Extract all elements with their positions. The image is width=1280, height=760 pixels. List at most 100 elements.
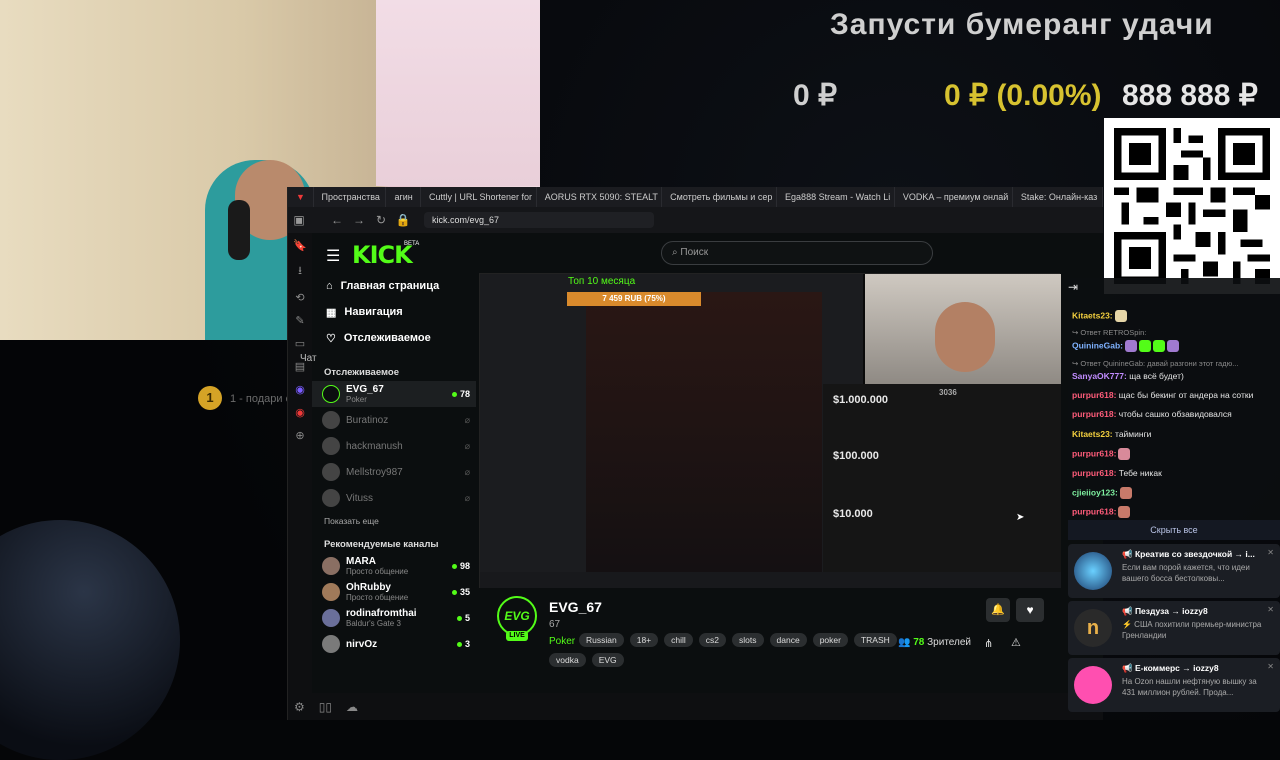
chat-user: QuinineGab:: [1072, 340, 1123, 351]
bookmark-icon[interactable]: 🔖: [293, 239, 307, 252]
promo-goal: 888 888 ₽: [1122, 79, 1258, 112]
tag[interactable]: cs2: [698, 633, 727, 647]
window-icon[interactable]: ▭: [295, 337, 305, 350]
tag[interactable]: TRASH: [853, 633, 897, 647]
emote-icon: [1167, 340, 1179, 352]
back-icon[interactable]: ←: [326, 213, 348, 227]
vivaldi-icon[interactable]: ◉: [295, 406, 305, 419]
share-icon[interactable]: ⋔: [984, 637, 993, 650]
chat-user: purpur618:: [1072, 390, 1117, 400]
kick-logo[interactable]: KICK: [352, 241, 413, 269]
tab-4[interactable]: Смотреть фильмы и сер: [662, 187, 778, 207]
search-input[interactable]: ⌕ Поиск: [661, 241, 933, 265]
chat-message: purpur618: чтобы сашко обзавидовался: [1072, 409, 1232, 419]
channel-name: EVG_67: [346, 384, 384, 395]
emote-icon: [1125, 340, 1137, 352]
tab-0[interactable]: Пространства: [314, 187, 387, 207]
close-icon[interactable]: ✕: [1267, 548, 1274, 557]
prize-3: $10.000: [833, 508, 873, 520]
stream-tags-row2: vodka EVG: [549, 653, 624, 667]
tab-7[interactable]: Stake: Онлайн-каз: [1013, 187, 1104, 207]
stream-category[interactable]: Poker: [549, 636, 575, 647]
followed-channel-buratinoz[interactable]: Buratinoz ⌀: [312, 407, 476, 433]
chat-collapse-icon[interactable]: ⇥: [1068, 280, 1078, 294]
add-panel-icon[interactable]: ⊕: [295, 429, 304, 442]
donor-rank-coin: 1: [198, 386, 222, 410]
nav-browse[interactable]: ▦ Навигация: [312, 299, 476, 325]
menu-icon[interactable]: ☰: [326, 246, 340, 266]
recommended-channel-mara[interactable]: MARA Просто общение 98: [312, 553, 476, 579]
settings-icon[interactable]: ⚙: [294, 700, 305, 714]
notification-title: 📢 Пездуза → iozzy8: [1122, 606, 1208, 616]
recommended-channel-ohrubby[interactable]: OhRubby Просто общение 35: [312, 579, 476, 605]
tag[interactable]: poker: [812, 633, 848, 647]
emote-icon: [1119, 487, 1132, 499]
followed-channel-vituss[interactable]: Vituss ⌀: [312, 485, 476, 511]
stream-info: EVG LIVE EVG_67 67 Poker Russian 18+ chi…: [479, 593, 1103, 693]
tab-1[interactable]: агин: [386, 187, 421, 207]
notification-card[interactable]: 📢 Креатив со звездочкой → i... Если вам …: [1068, 544, 1280, 598]
tile-icon[interactable]: ▯▯: [319, 700, 332, 714]
promo-percent: 0 ₽ (0.00%): [944, 79, 1102, 112]
mastodon-icon[interactable]: ◉: [295, 383, 305, 396]
notification-title: 📢 Е-коммерс → iozzy8: [1122, 663, 1219, 673]
forward-icon[interactable]: →: [348, 213, 370, 227]
video-player[interactable]: Топ 10 месяца 7 459 RUB (75%) $1.000.000…: [479, 273, 1061, 588]
tab-5[interactable]: Ega888 Stream - Watch Li: [777, 187, 895, 207]
avatar: [322, 385, 340, 403]
follow-heart-button[interactable]: ♥: [1016, 598, 1044, 622]
avatar: [322, 557, 340, 575]
notification-card[interactable]: 📢 Е-коммерс → iozzy8 На Ozon нашли нефтя…: [1068, 658, 1280, 712]
nav-home[interactable]: ⌂ Главная страница: [312, 273, 476, 299]
reload-icon[interactable]: ↻: [370, 213, 392, 227]
url-field[interactable]: kick.com/evg_67: [424, 212, 654, 228]
notification-bell-button[interactable]: 🔔: [986, 598, 1010, 622]
followed-channel-evg67[interactable]: EVG_67 Poker 78: [312, 381, 476, 407]
viewer-label: Зрителей: [927, 637, 972, 648]
recommended-section-title: Рекомендуемые каналы: [324, 539, 439, 550]
tag[interactable]: chill: [664, 633, 693, 647]
report-icon[interactable]: ⚠: [1011, 636, 1021, 649]
show-more-link[interactable]: Показать еще: [312, 511, 476, 531]
notes-icon[interactable]: ✎: [295, 314, 304, 327]
viewer-count: 5: [464, 613, 470, 623]
download-icon[interactable]: ⭳: [298, 262, 302, 281]
streamer-name[interactable]: EVG_67: [549, 599, 602, 615]
chat-user: Kitaets23:: [1072, 429, 1113, 439]
cloud-icon[interactable]: ☁: [346, 700, 358, 714]
recommended-channel-rodinafromthai[interactable]: rodinafromthai Baldur's Gate 3 5: [312, 605, 476, 631]
vivaldi-menu-icon[interactable]: ▼: [288, 187, 314, 207]
streamer-avatar[interactable]: EVG: [497, 596, 537, 636]
promo-title: Запусти бумеранг удачи: [830, 8, 1214, 41]
avatar: [322, 489, 340, 507]
chat-user: cjieiioy123:: [1072, 487, 1118, 498]
tab-3[interactable]: AORUS RTX 5090: STEALT: [537, 187, 663, 207]
panel-toggle-icon[interactable]: ▣: [288, 213, 310, 227]
address-bar: ▣ ← → ↻ 🔒 kick.com/evg_67: [288, 207, 1103, 233]
tag[interactable]: EVG: [591, 653, 624, 667]
tag[interactable]: Russian: [579, 633, 624, 647]
tab-2[interactable]: Cuttly | URL Shortener for: [421, 187, 537, 207]
viewer-count: 78: [459, 389, 470, 399]
recommended-channel-nirvoz[interactable]: nirvOz 3: [312, 631, 476, 657]
followed-channel-hackmanush[interactable]: hackmanush ⌀: [312, 433, 476, 459]
emote-icon: [1118, 506, 1131, 518]
hide-all-button[interactable]: Скрыть все: [1068, 520, 1280, 540]
close-icon[interactable]: ✕: [1267, 662, 1274, 671]
tag[interactable]: vodka: [549, 653, 586, 667]
followed-channel-mellstroy987[interactable]: Mellstroy987 ⌀: [312, 459, 476, 485]
kick-header: ☰ KICK BETA ⌕ Поиск: [312, 233, 1103, 273]
tag[interactable]: 18+: [629, 633, 659, 647]
nav-following[interactable]: ♡ Отслеживаемое: [312, 325, 476, 351]
chat-message: cjieiioy123:: [1072, 487, 1132, 499]
notification-card[interactable]: n 📢 Пездуза → iozzy8 ⚡ США похитили прем…: [1068, 601, 1280, 655]
close-icon[interactable]: ✕: [1267, 605, 1274, 614]
search-placeholder: Поиск: [680, 247, 709, 258]
live-dot: [456, 616, 462, 622]
chat-user: purpur618:: [1072, 409, 1117, 419]
history-icon[interactable]: ⟲: [295, 291, 304, 304]
channel-category: Просто общение: [346, 567, 409, 576]
tab-6[interactable]: VODKA – премиум онлай: [895, 187, 1013, 207]
tag[interactable]: slots: [732, 633, 764, 647]
tag[interactable]: dance: [769, 633, 807, 647]
